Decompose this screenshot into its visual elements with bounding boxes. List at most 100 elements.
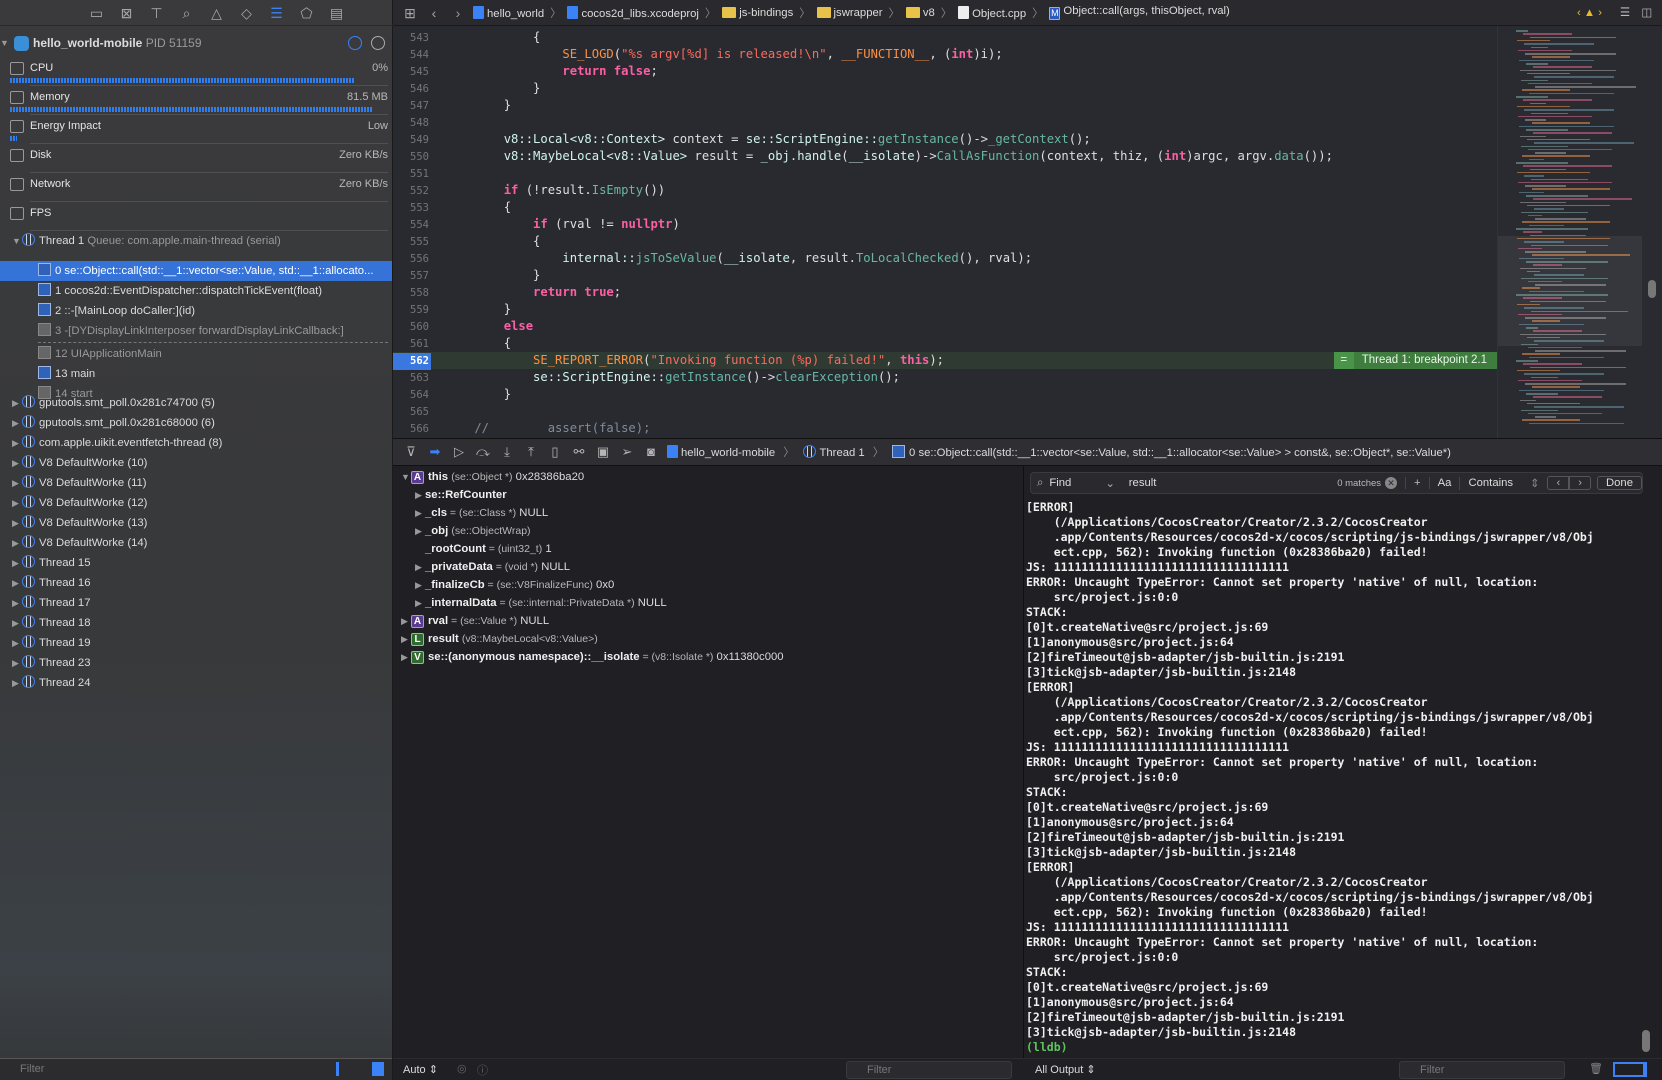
line-number[interactable]: 550 [393,149,431,166]
split-editor-icon[interactable]: ◫ [1641,6,1652,19]
line-number[interactable]: 558 [393,285,431,302]
memory-graph-icon[interactable]: ⚯ [571,445,587,459]
disclosure-triangle-icon[interactable]: ▶ [12,673,22,693]
thread-row[interactable]: ▶ Thread 15 [0,553,392,573]
disclosure-triangle-icon[interactable]: ▶ [12,393,22,413]
gauge-energy[interactable]: Energy Impact Low [8,116,388,144]
thread-row[interactable]: ▶ gputools.smt_poll.0x281c74700 (5) [0,393,392,413]
match-case-button[interactable]: Aa [1428,477,1460,489]
disclosure-triangle-icon[interactable]: ▶ [12,513,22,533]
report-icon[interactable]: ▤ [328,5,346,21]
disclosure-triangle-icon[interactable]: ▶ [12,433,22,453]
stack-frame-row[interactable]: 12 UIApplicationMain [0,344,392,364]
step-into-icon[interactable]: ⤓ [499,445,515,459]
disclosure-open-icon[interactable]: ▼ [401,468,411,486]
navigator-filter-input[interactable]: Filter [0,1058,392,1080]
variable-row[interactable]: ▶ se::RefCounter [407,486,507,504]
done-button[interactable]: Done [1596,476,1642,490]
disclosure-closed-icon[interactable]: ▶ [401,630,411,648]
thread-row[interactable]: ▶ V8 DefaultWorke (10) [0,453,392,473]
step-out-icon[interactable]: ⤒ [523,445,539,459]
pause-threads-icon[interactable] [371,36,385,50]
source-editor[interactable]: 543 {544 SE_LOGD("%s argv[%d] is release… [393,26,1497,438]
console-filter-input[interactable]: Filter [1399,1061,1565,1079]
console-scrollbar[interactable] [1642,1030,1650,1052]
disclosure-triangle-icon[interactable]: ▶ [12,453,22,473]
gauge-toggle-icon[interactable] [348,36,362,50]
stack-frame-row[interactable]: 1 cocos2d::EventDispatcher::dispatchTick… [0,281,392,301]
disclosure-triangle-icon[interactable]: ▶ [12,653,22,673]
line-number[interactable]: 555 [393,234,431,251]
tag-icon[interactable]: ⬠ [298,5,316,21]
previous-match-button[interactable]: ‹ [1547,476,1570,490]
trash-icon[interactable]: 🗑 [1589,1062,1603,1075]
variables-filter-input[interactable]: Filter [846,1061,1012,1079]
thread-row[interactable]: ▶ gputools.smt_poll.0x281c68000 (6) [0,413,392,433]
thread-row[interactable]: ▶ Thread 24 [0,673,392,693]
disclosure-closed-icon[interactable]: ▶ [415,594,425,612]
disclosure-triangle-icon[interactable]: ▶ [12,493,22,513]
disclosure-triangle-icon[interactable]: ▶ [12,473,22,493]
filter-options-icons[interactable] [336,1062,384,1076]
stack-frame-row[interactable]: 3 -[DYDisplayLinkInterposer forwardDispl… [0,321,392,341]
stack-frame-row[interactable]: 2 ::-[MainLoop doCaller:](id) [0,301,392,321]
gauge-cpu[interactable]: CPU 0% [8,58,388,86]
variable-row[interactable]: ▶ _internalData = (se::internal::PrivateD… [407,594,667,612]
variable-row[interactable]: ▶ _finalizeCb = (se::V8FinalizeFunc) 0x0 [407,576,614,594]
lldb-prompt[interactable]: (lldb) [1026,1040,1646,1055]
breadcrumb-item[interactable]: hello_world [473,5,544,20]
line-number[interactable]: 543 [393,30,431,47]
thread-row[interactable]: ▶ Thread 19 [0,633,392,653]
line-number[interactable]: 566 [393,421,431,438]
line-number[interactable]: 561 [393,336,431,353]
debug-process-crumb[interactable]: hello_world-mobile [667,445,775,459]
editor-scrollbar[interactable] [1642,26,1662,438]
thread-row[interactable]: ▶ V8 DefaultWorke (14) [0,533,392,553]
breadcrumb-item[interactable]: Object.cpp [958,5,1026,20]
variable-row[interactable]: ▶ Vse::(anonymous namespace)::__isolate =… [393,648,784,666]
disclosure-triangle-icon[interactable]: ▶ [12,573,22,593]
find-mode-dropdown[interactable]: Find [1049,477,1105,489]
line-number[interactable]: 546 [393,81,431,98]
step-over-icon[interactable]: ⤼ [475,445,491,459]
process-row[interactable]: ▼ hello_world-mobile PID 51159 [0,32,393,54]
quick-look-icon[interactable]: ◎ [457,1062,467,1075]
disclosure-closed-icon[interactable]: ▶ [401,612,411,630]
line-number[interactable]: 554 [393,217,431,234]
line-number[interactable]: 562 [393,353,431,370]
thread-row[interactable]: ▶ Thread 16 [0,573,392,593]
hide-debug-area-icon[interactable]: ⊽ [403,445,419,459]
line-number[interactable]: 548 [393,115,431,132]
related-items-icon[interactable]: ⊞ [401,5,419,21]
line-number[interactable]: 553 [393,200,431,217]
environment-overrides-icon[interactable]: ▣ [595,445,611,459]
disclosure-triangle-icon[interactable]: ▶ [12,533,22,553]
search-icon[interactable]: ⌕ [178,5,196,21]
view-debugger-icon[interactable]: ▯ [547,445,563,459]
line-number[interactable]: 564 [393,387,431,404]
debug-frame-crumb[interactable]: 0 se::Object::call(std::__1::vector<se::… [892,445,1451,459]
disclosure-closed-icon[interactable]: ▶ [415,486,425,504]
variables-scope-dropdown[interactable]: Auto ⇕ [403,1063,438,1076]
gauge-memory[interactable]: Memory 81.5 MB [8,87,388,115]
stack-frame-row[interactable]: 13 main [0,364,392,384]
gauge-fps[interactable]: FPS [8,203,388,231]
thread-row[interactable]: ▶ Thread 18 [0,613,392,633]
split-view-toggle-icon[interactable] [1613,1062,1647,1077]
variable-row[interactable]: ▼ Athis (se::Object *) 0x28386ba20 [393,468,584,486]
camera-icon[interactable]: ◙ [643,445,659,459]
hierarchy-icon[interactable]: ⊤ [148,5,166,21]
breakpoint-annotation[interactable]: Thread 1: breakpoint 2.1 [1333,352,1497,369]
breadcrumb-item[interactable]: v8 [905,6,935,19]
line-number[interactable]: 544 [393,47,431,64]
issue-navigation[interactable]: ‹ ▲ › [1577,7,1602,19]
thread-row[interactable]: ▶ V8 DefaultWorke (11) [0,473,392,493]
forward-icon[interactable]: › [449,5,467,21]
line-number[interactable]: 560 [393,319,431,336]
debug-navigator-icon[interactable]: ☰ [268,5,286,21]
find-input[interactable]: result [1129,477,1337,489]
line-number[interactable]: 551 [393,166,431,183]
disclosure-triangle-icon[interactable]: ▶ [12,613,22,633]
disclosure-closed-icon[interactable]: ▶ [415,558,425,576]
variable-row[interactable]: ▶ _obj (se::ObjectWrap) [407,522,531,540]
